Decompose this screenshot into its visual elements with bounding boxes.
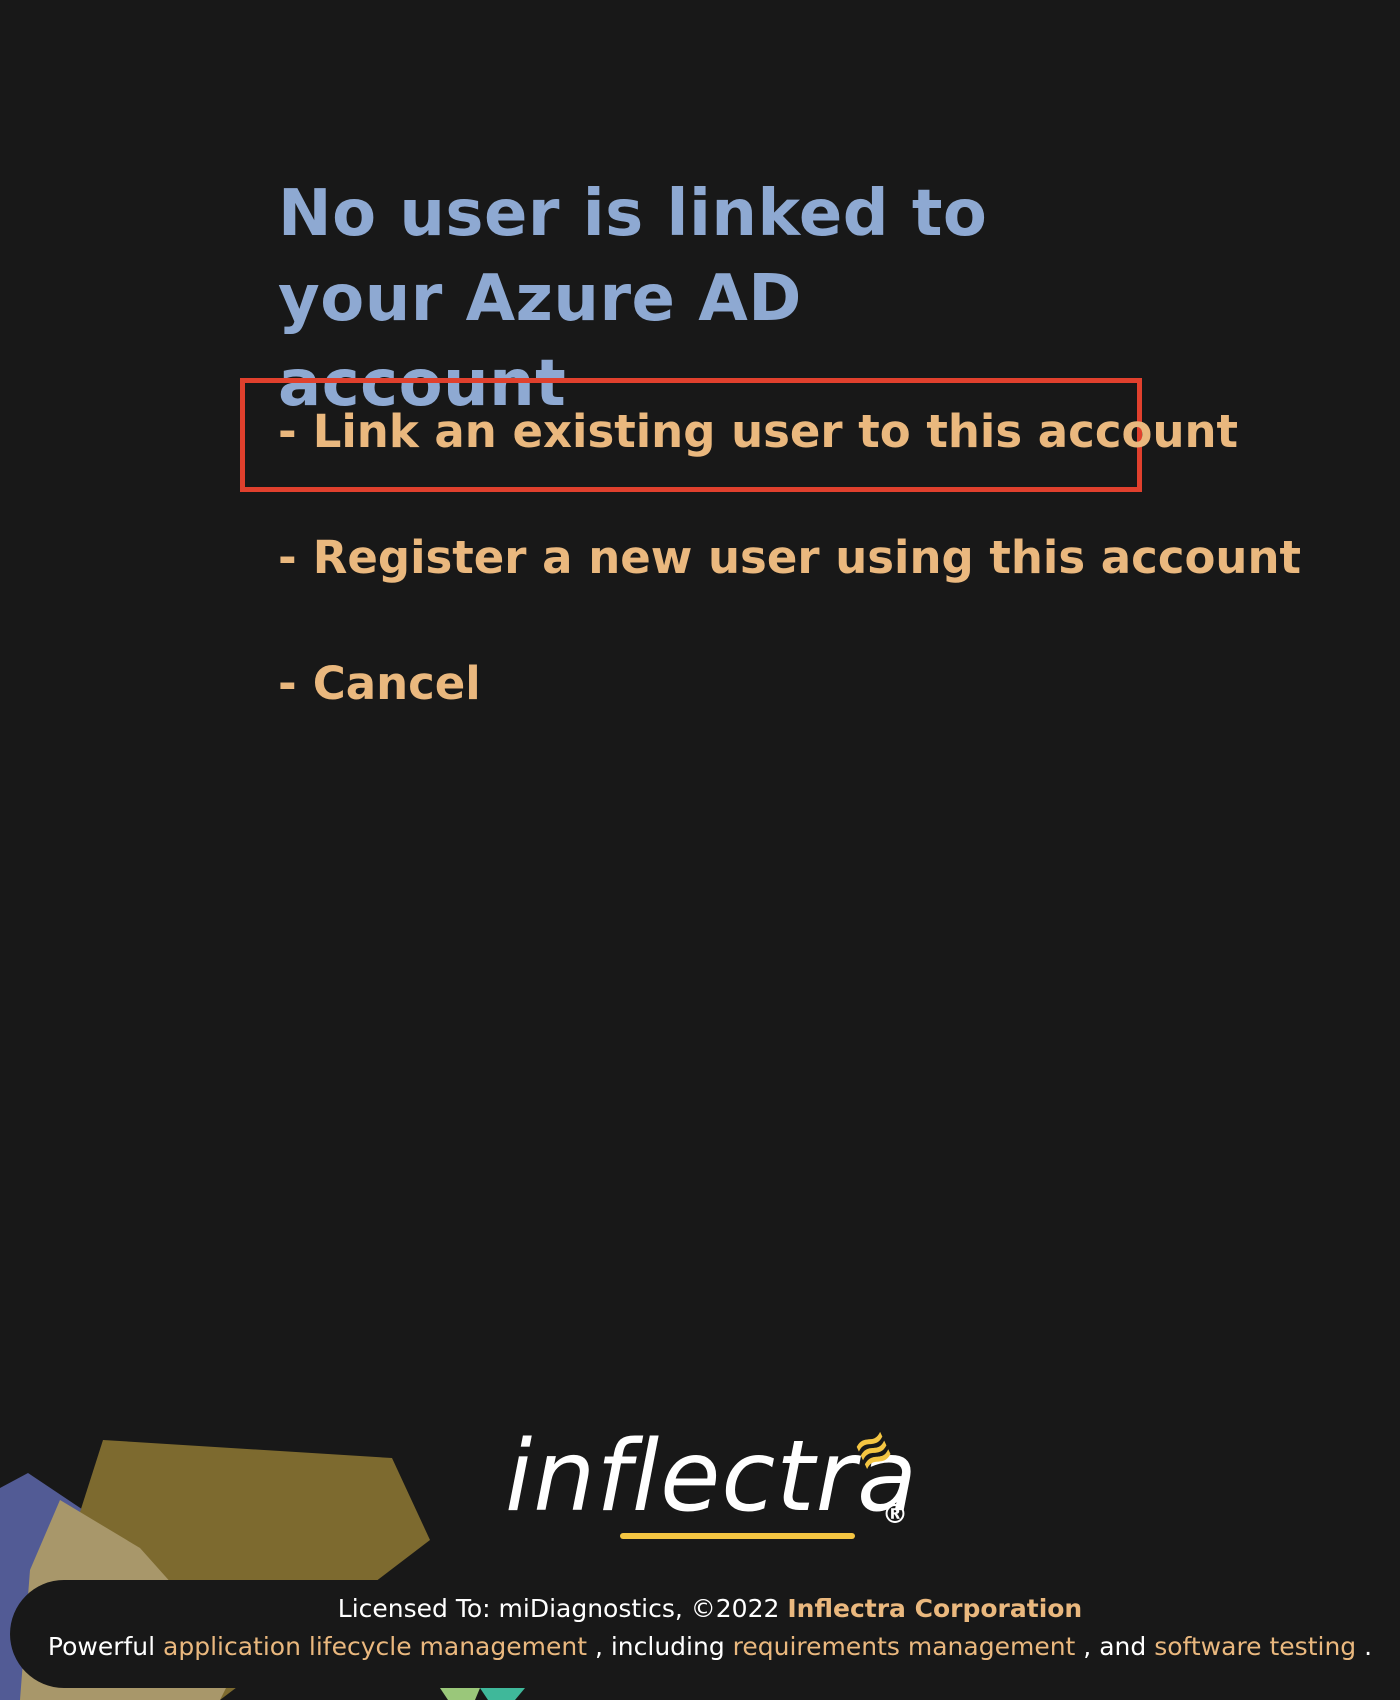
powerful-text: Powerful (47, 1632, 164, 1661)
inflectra-logo: inflectra ≋ ® (505, 1419, 925, 1560)
registered-mark: ® (882, 1500, 908, 1530)
tagline-line: Powerful application lifecycle managemen… (10, 1632, 1400, 1661)
option-label: Register a new user using this account (312, 531, 1301, 584)
register-new-user-option[interactable]: - Register a new user using this account (278, 531, 1301, 657)
alm-link[interactable]: application lifecycle management (163, 1632, 587, 1661)
options-list: - Link an existing user to this account -… (278, 405, 1301, 783)
option-bullet: - (278, 657, 297, 710)
licensed-to-text: Licensed To: miDiagnostics, ©2022 (337, 1594, 788, 1623)
option-bullet: - (278, 531, 297, 584)
option-label: Link an existing user to this account (312, 405, 1239, 458)
green-shape (440, 1688, 480, 1700)
page: No user is linked to your Azure AD accou… (0, 0, 1400, 1700)
license-line: Licensed To: miDiagnostics, ©2022 Inflec… (10, 1594, 1400, 1623)
link-existing-user-option[interactable]: - Link an existing user to this account (278, 405, 1301, 531)
teal-shape (480, 1688, 525, 1700)
footer: Licensed To: miDiagnostics, ©2022 Inflec… (10, 1580, 1400, 1688)
cancel-option[interactable]: - Cancel (278, 657, 1301, 783)
logo-underline (620, 1533, 855, 1539)
period-text: . (1356, 1632, 1373, 1661)
requirements-management-link[interactable]: requirements management (733, 1632, 1076, 1661)
option-bullet: - (278, 405, 297, 458)
and-text: , and (1075, 1632, 1155, 1661)
option-label: Cancel (312, 657, 481, 710)
inflectra-corporation-link[interactable]: Inflectra Corporation (787, 1594, 1082, 1623)
software-testing-link[interactable]: software testing (1154, 1632, 1356, 1661)
including-text: , including (587, 1632, 733, 1661)
